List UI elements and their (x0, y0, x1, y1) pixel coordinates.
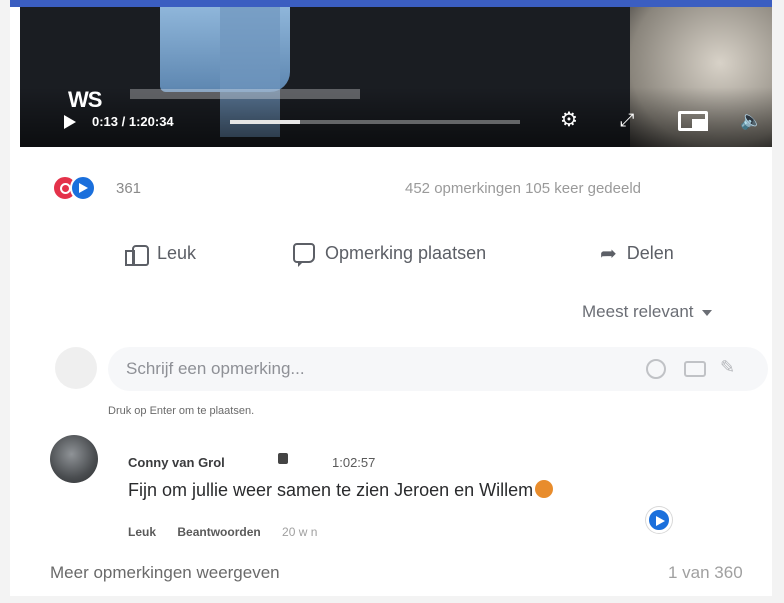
video-progress-bar[interactable] (230, 120, 520, 124)
comments-shares-count[interactable]: 452 opmerkingen 105 keer gedeeld (405, 180, 641, 197)
play-icon[interactable] (64, 115, 76, 129)
emoji-icon[interactable] (646, 359, 666, 379)
gear-icon[interactable]: ⚙ (560, 110, 578, 130)
comment-author[interactable]: Conny van Grol (128, 455, 225, 470)
video-player[interactable]: WS 0:13 / 1:20:34 ⚙ ⤢ 🔈 (20, 7, 772, 147)
share-button-label: Delen (626, 242, 674, 263)
frame-right (772, 0, 784, 603)
like-button-label: Leuk (157, 242, 197, 263)
share-arrow-icon: ➦ (600, 242, 617, 265)
sort-dropdown[interactable]: Meest relevant (582, 302, 712, 322)
comment-text: Fijn om jullie weer samen te zien Jeroen… (128, 480, 554, 501)
comment-composer[interactable]: ✎ (108, 347, 768, 391)
comment-like-button[interactable]: Leuk (128, 525, 156, 539)
comment-button-label: Opmerking plaatsen (325, 242, 487, 263)
reaction-count[interactable]: 361 (116, 180, 141, 197)
comment-text-body: Fijn om jullie weer samen te zien Jeroen… (128, 480, 534, 500)
sticker-icon[interactable]: ✎ (720, 357, 735, 378)
more-comments-link[interactable]: Meer opmerkingen weergeven (50, 563, 280, 583)
top-band (0, 0, 784, 7)
comment-pager: 1 van 360 (668, 563, 743, 582)
reaction-icons[interactable] (52, 175, 112, 203)
expand-icon[interactable]: ⤢ (620, 110, 634, 130)
post-card: WS 0:13 / 1:20:34 ⚙ ⤢ 🔈 361 452 opmerkin… (10, 7, 772, 596)
comment-reply-button[interactable]: Beantwoorden (177, 525, 260, 539)
composer-hint: Druk op Enter om te plaatsen. (108, 405, 255, 417)
comment-age[interactable]: 20 w n (282, 525, 317, 539)
like-icon (70, 175, 96, 201)
volume-icon[interactable]: 🔈 (740, 110, 762, 130)
thumbs-up-icon (125, 243, 149, 266)
frame-bottom (0, 596, 784, 603)
video-time: 0:13 / 1:20:34 (92, 114, 174, 129)
comment-timestamp[interactable]: 1:02:57 (332, 455, 375, 470)
like-button[interactable]: Leuk (125, 239, 196, 267)
comment-actions: Leuk Beantwoorden 20 w n (128, 525, 335, 539)
frame-left (0, 0, 10, 603)
current-user-avatar (55, 347, 97, 389)
sort-selected: Meest relevant (582, 302, 694, 321)
comment-bubble-icon (293, 243, 315, 267)
author-badge-icon (278, 453, 288, 464)
comment-button[interactable]: Opmerking plaatsen (293, 239, 486, 267)
comment-like-icon[interactable] (646, 507, 672, 533)
picture-in-picture-icon[interactable] (678, 111, 708, 131)
chevron-down-icon (701, 309, 712, 316)
share-button[interactable]: ➦ Delen (600, 239, 674, 267)
comment-input[interactable] (126, 355, 596, 383)
video-logo-bar (130, 89, 360, 99)
video-progress-fill (230, 120, 300, 124)
emoji-icon (535, 480, 554, 498)
comment-author-avatar[interactable] (50, 435, 98, 483)
video-logo: WS (68, 87, 102, 112)
camera-icon[interactable] (684, 361, 706, 377)
